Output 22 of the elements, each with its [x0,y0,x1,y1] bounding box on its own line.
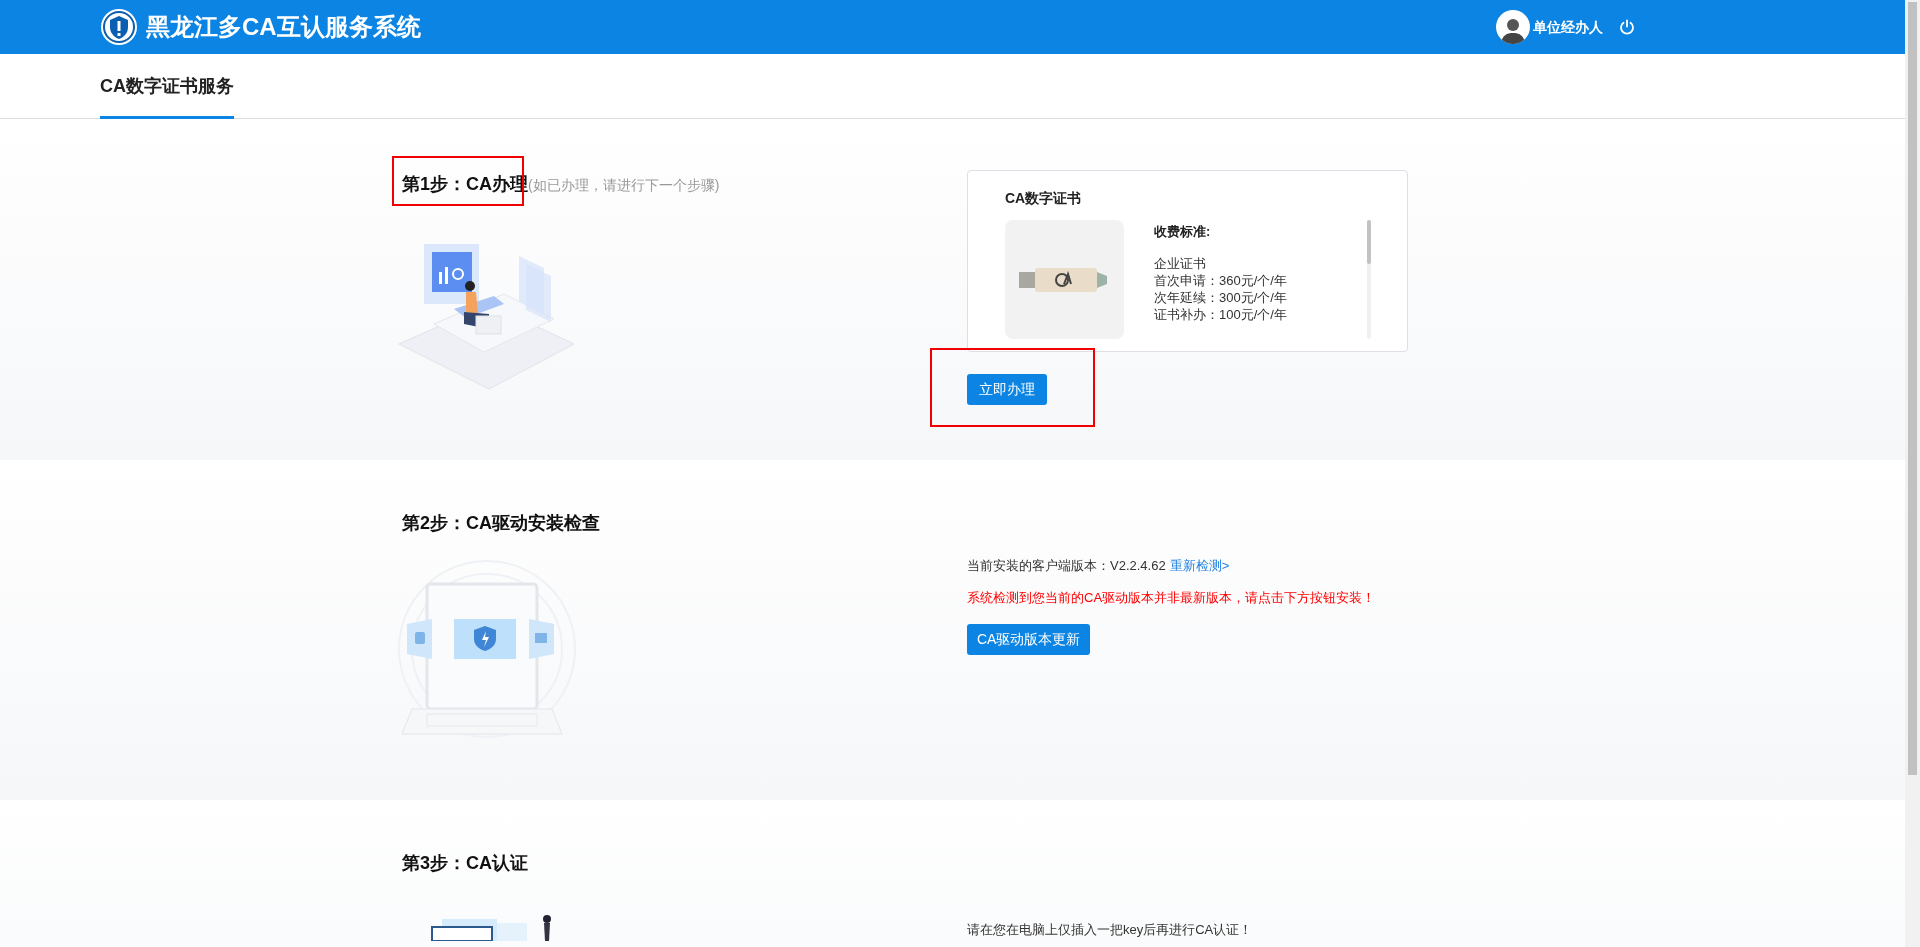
fee-line: 企业证书 [1154,254,1207,272]
avatar-icon [1496,10,1530,44]
step-title: 第2步：CA驱动安装检查 [402,512,600,535]
step-hint: (如已办理，请进行下一个步骤) [528,177,720,195]
apply-button[interactable]: 立即办理 [967,374,1047,405]
user-name[interactable]: 单位经办人 [1533,16,1603,38]
driver-update-button[interactable]: CA驱动版本更新 [967,624,1091,655]
scrollbar[interactable] [1905,0,1920,947]
fee-title: 收费标准: [1154,223,1212,241]
fee-line: 首次申请：360元/个/年 [1154,271,1288,289]
shield-logo-icon [100,8,138,46]
fee-line: 次年延续：300元/个/年 [1154,288,1288,306]
power-icon[interactable] [1619,19,1635,35]
warning-text: 系统检测到您当前的CA驱动版本并非最新版本，请点击下方按钮安装！ [967,588,1377,607]
card-title: CA数字证书 [1005,189,1083,208]
fee-line: 证书补办：100元/个/年 [1154,305,1288,323]
card-scrollbar[interactable] [1367,220,1371,339]
step-title: 第3步：CA认证 [402,852,528,875]
recheck-link[interactable]: 重新检测> [1169,556,1230,576]
app-title: 黑龙江多CA互认服务系统 [146,12,421,42]
version-text: 当前安装的客户端版本：V2.2.4.62 [967,557,1166,575]
auth-message: 请在您在电脑上仅插入一把key后再进行CA认证！ [967,921,1254,939]
